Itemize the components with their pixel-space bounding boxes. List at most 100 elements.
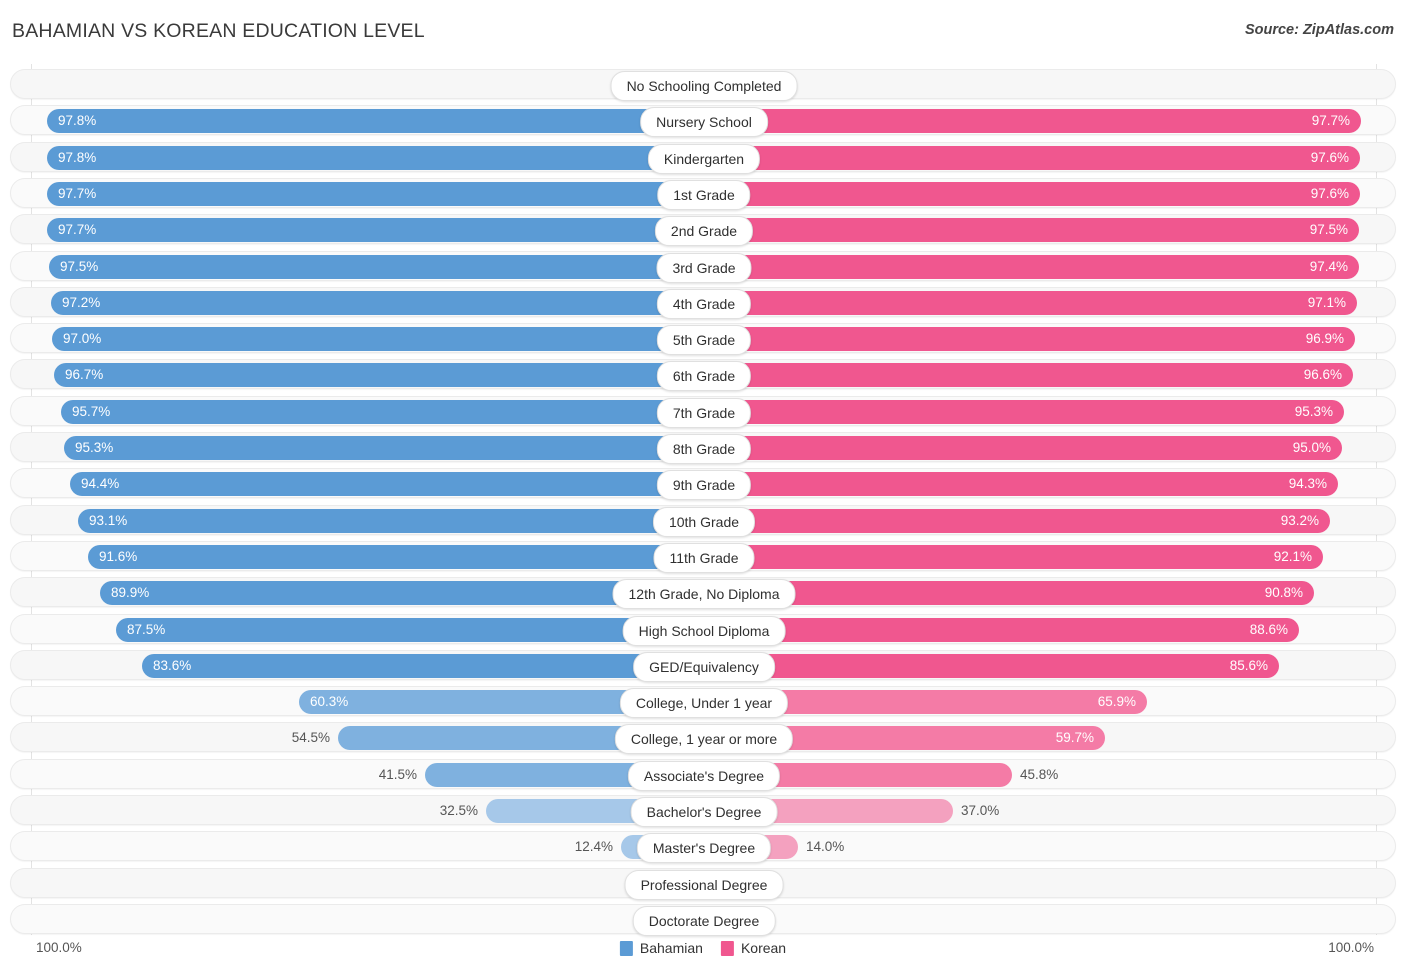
bar-value-bahamian: 60.3% — [310, 694, 349, 710]
bar-bahamian[interactable]: 93.1% — [78, 508, 704, 533]
bar-korean[interactable]: 88.6% — [704, 617, 1299, 642]
bar-value-bahamian: 97.7% — [58, 222, 97, 238]
bar-pair: 60.3% 65.9% College, Under 1 year — [11, 687, 1397, 719]
bar-korean[interactable]: 97.4% — [704, 254, 1359, 279]
bar-pair: 97.8% 97.7% Nursery School — [11, 106, 1397, 138]
chart-row: 97.8% 97.7% Nursery School — [10, 105, 1397, 138]
category-label: Associate's Degree — [627, 760, 781, 791]
category-label: 10th Grade — [652, 506, 756, 537]
chart-row: 97.8% 97.6% Kindergarten — [10, 141, 1396, 174]
bar-korean[interactable]: 95.3% — [704, 399, 1344, 424]
bar-value-bahamian: 83.6% — [153, 657, 192, 673]
bar-bahamian[interactable]: 91.6% — [88, 544, 704, 569]
bar-korean[interactable]: 95.0% — [704, 436, 1342, 460]
bar-korean[interactable]: 93.2% — [704, 508, 1330, 533]
chart-header: BAHAMIAN VS KOREAN EDUCATION LEVEL Sourc… — [0, 0, 1406, 62]
category-label: 8th Grade — [656, 434, 752, 464]
bar-value-korean: 65.9% — [1097, 694, 1136, 710]
legend-swatch-icon — [720, 940, 734, 956]
bar-pair: 54.5% 59.7% College, 1 year or more — [11, 723, 1397, 755]
bar-bahamian[interactable]: 83.6% — [142, 653, 704, 678]
bar-bahamian[interactable]: 97.7% — [47, 181, 704, 206]
bar-value-korean: 97.5% — [1309, 222, 1348, 238]
bar-bahamian[interactable]: 95.3% — [64, 436, 704, 460]
bar-value-korean: 97.6% — [1310, 149, 1349, 165]
bar-bahamian[interactable]: 97.8% — [47, 145, 704, 170]
bar-bahamian[interactable]: 97.8% — [47, 109, 704, 134]
bar-pair: 91.6% 92.1% 11th Grade — [11, 542, 1397, 573]
category-label: 9th Grade — [656, 470, 752, 501]
bar-korean[interactable]: 97.6% — [704, 181, 1360, 206]
bar-value-korean: 97.6% — [1310, 185, 1349, 201]
category-label: 3rd Grade — [656, 252, 752, 283]
bar-value-bahamian: 97.5% — [60, 258, 99, 274]
chart-row: 54.5% 59.7% College, 1 year or more — [10, 722, 1397, 755]
bar-pair: 94.4% 94.3% 9th Grade — [11, 469, 1397, 501]
bar-value-korean: 96.9% — [1305, 331, 1344, 347]
bar-korean[interactable]: 85.6% — [704, 653, 1279, 678]
bar-value-korean: 97.7% — [1311, 113, 1350, 129]
chart-row: 93.1% 93.2% 10th Grade — [10, 504, 1396, 537]
chart-row: 1.5%1.7%Doctorate Degree — [10, 903, 1396, 936]
chart-row: 96.7% 96.6% 6th Grade — [10, 359, 1396, 392]
bar-korean[interactable]: 97.5% — [704, 218, 1359, 243]
legend-label: Korean — [740, 940, 787, 956]
bar-value-bahamian: 97.8% — [58, 113, 97, 129]
bar-korean[interactable]: 94.3% — [704, 472, 1338, 497]
legend-swatch-icon — [619, 940, 633, 956]
category-label: Nursery School — [640, 107, 768, 138]
bar-pair: 32.5% 37.0% Bachelor's Degree — [11, 796, 1397, 827]
bar-bahamian[interactable]: 97.7% — [47, 218, 704, 243]
bar-korean[interactable]: 90.8% — [704, 581, 1314, 606]
bar-pair: 12.4% 14.0% Master's Degree — [11, 832, 1397, 864]
bar-pair: 3.7%4.1%Professional Degree — [11, 869, 1397, 900]
bar-bahamian[interactable]: 94.4% — [70, 472, 704, 497]
chart-row: 97.0% 96.9% 5th Grade — [10, 323, 1396, 356]
bar-value-korean: 92.1% — [1273, 548, 1312, 564]
chart-row: 12.4% 14.0% Master's Degree — [10, 831, 1397, 864]
chart-row: 97.7% 97.5% 2nd Grade — [10, 214, 1396, 247]
bar-value-bahamian: 95.7% — [72, 403, 111, 419]
chart-row: 60.3% 65.9% College, Under 1 year — [10, 686, 1397, 719]
bar-korean[interactable]: 92.1% — [704, 544, 1323, 569]
bar-korean[interactable]: 97.1% — [704, 290, 1357, 315]
bar-korean[interactable]: 97.7% — [704, 109, 1361, 134]
bar-korean[interactable]: 96.9% — [704, 327, 1355, 352]
category-label: 6th Grade — [656, 361, 752, 392]
bar-value-korean: 97.4% — [1309, 258, 1348, 274]
chart-row: 3.7%4.1%Professional Degree — [10, 867, 1397, 900]
bar-value-bahamian: 96.7% — [65, 367, 104, 383]
bar-korean[interactable]: 97.6% — [704, 145, 1360, 170]
chart-row: 87.5% 88.6% High School Diploma — [10, 613, 1396, 646]
category-label: 11th Grade — [653, 542, 755, 573]
bar-value-bahamian: 91.6% — [99, 548, 138, 564]
bar-value-bahamian: 97.8% — [58, 149, 97, 165]
bar-value-bahamian: 54.5% — [291, 730, 330, 746]
bar-bahamian[interactable]: 96.7% — [54, 363, 704, 388]
bar-value-bahamian: 32.5% — [439, 803, 478, 818]
bar-value-bahamian: 94.4% — [81, 476, 120, 492]
bar-bahamian[interactable]: 97.0% — [52, 327, 704, 352]
page-title: BAHAMIAN VS KOREAN EDUCATION LEVEL — [12, 20, 425, 42]
bar-bahamian[interactable]: 95.7% — [61, 399, 704, 424]
bar-value-korean: 59.7% — [1055, 730, 1094, 746]
category-label: 1st Grade — [657, 179, 751, 210]
bar-bahamian[interactable]: 87.5% — [116, 617, 704, 642]
source-attribution: Source: ZipAtlas.com — [1244, 22, 1394, 38]
legend-item: Korean — [720, 938, 787, 958]
bar-pair: 95.7% 95.3% 7th Grade — [11, 397, 1397, 428]
bar-value-bahamian: 41.5% — [378, 766, 417, 782]
bar-value-bahamian: 93.1% — [89, 512, 128, 528]
bar-value-bahamian: 97.7% — [58, 185, 97, 201]
bar-bahamian[interactable]: 97.2% — [51, 290, 704, 315]
category-label: GED/Equivalency — [633, 651, 775, 682]
bar-value-korean: 85.6% — [1229, 657, 1268, 673]
bar-value-korean: 37.0% — [961, 803, 1000, 818]
category-label: 4th Grade — [656, 288, 752, 319]
chart-footer: 100.0% Bahamian Korean 100.0% — [10, 938, 1396, 964]
bar-value-korean: 94.3% — [1288, 476, 1327, 492]
category-label: No Schooling Completed — [610, 71, 798, 101]
bar-bahamian[interactable]: 97.5% — [49, 254, 704, 279]
bar-korean[interactable]: 96.6% — [704, 363, 1353, 388]
category-label: 7th Grade — [656, 397, 752, 428]
